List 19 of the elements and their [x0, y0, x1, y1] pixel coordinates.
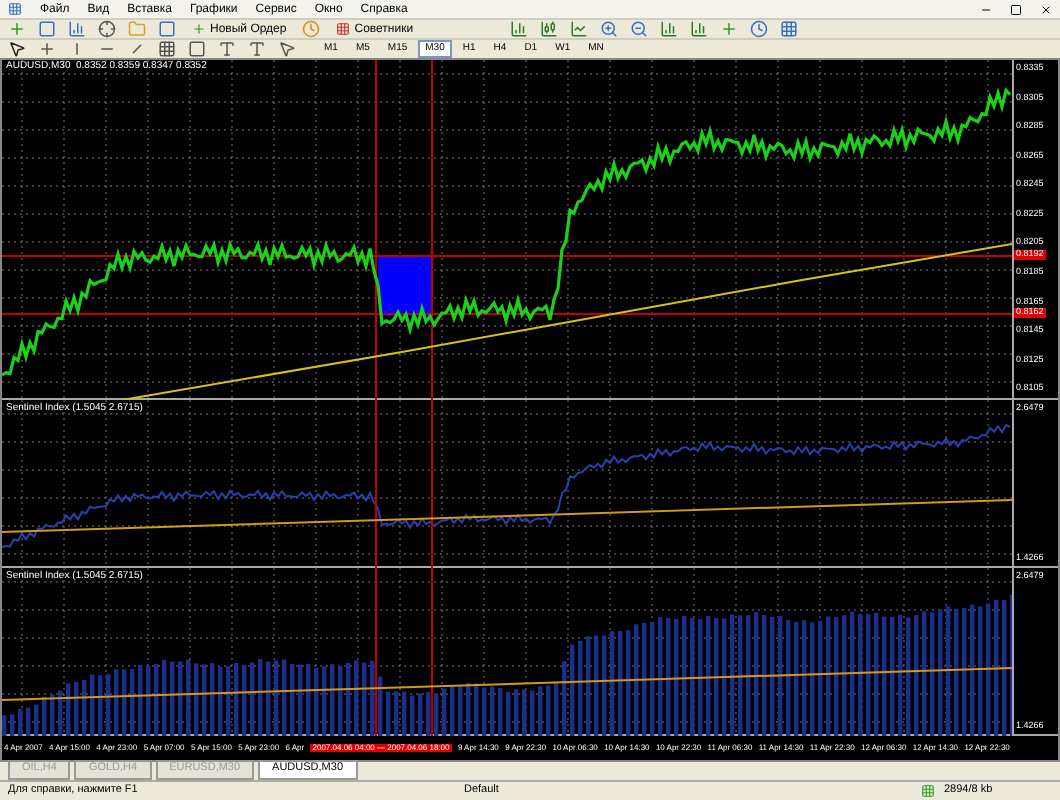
- vertical-line[interactable]: [431, 60, 433, 400]
- horizontal-line[interactable]: [2, 255, 1012, 257]
- cursor-icon[interactable]: [8, 40, 26, 58]
- line-chart-icon[interactable]: [569, 20, 588, 38]
- chart-icon[interactable]: [68, 20, 86, 38]
- text-tool-icon[interactable]: [218, 40, 236, 58]
- zoom-out-icon[interactable]: [629, 20, 648, 38]
- bar-chart-icon[interactable]: [509, 20, 528, 38]
- crosshair-tool-icon[interactable]: [38, 40, 56, 58]
- restore-icon[interactable]: [1010, 3, 1022, 15]
- minimize-icon[interactable]: [980, 3, 992, 15]
- crosshair-icon[interactable]: [98, 20, 116, 38]
- candlestick-icon[interactable]: [539, 20, 558, 38]
- vertical-line[interactable]: [375, 60, 377, 400]
- horizontal-line[interactable]: [2, 313, 1012, 315]
- zoom-in-icon[interactable]: [599, 20, 618, 38]
- arrow-tool-icon[interactable]: [278, 40, 296, 58]
- close-icon[interactable]: [1040, 3, 1052, 15]
- clock-icon[interactable]: [302, 20, 321, 38]
